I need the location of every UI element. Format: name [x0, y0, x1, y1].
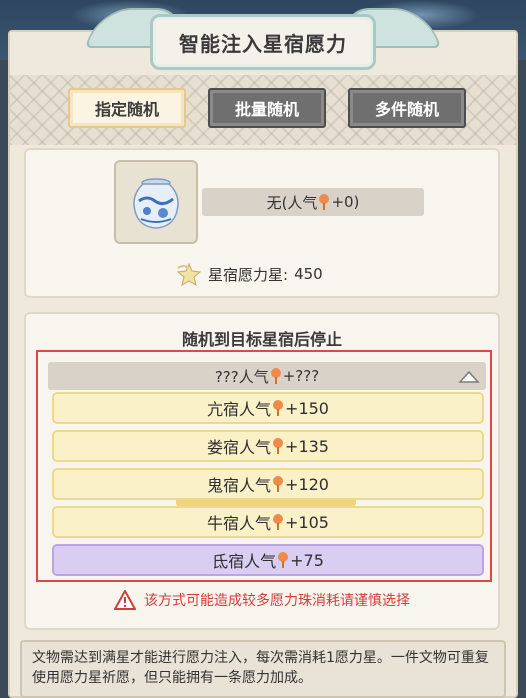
- option-value: +75: [290, 550, 324, 570]
- option-label: 牛宿人气: [207, 514, 272, 533]
- option-kang[interactable]: 亢宿人气 +150: [52, 392, 484, 424]
- option-label: 鬼宿人气: [207, 476, 272, 495]
- warning-icon: [114, 590, 136, 610]
- option-lou[interactable]: 娄宿人气 +135: [52, 430, 484, 462]
- star-power-value: 450: [294, 265, 323, 283]
- option-value: +120: [285, 474, 329, 494]
- popularity-icon: [273, 400, 284, 416]
- popularity-icon: [278, 552, 289, 568]
- tab-multi-item-random[interactable]: 多件随机: [348, 88, 466, 128]
- stop-condition-label: 随机到目标星宿后停止: [181, 330, 342, 349]
- warning-message: 该方式可能造成较多愿力珠消耗请谨慎选择: [24, 588, 500, 612]
- dialog-title: 智能注入星宿愿力: [150, 14, 376, 70]
- option-niu[interactable]: 牛宿人气 +105: [52, 506, 484, 538]
- option-di[interactable]: 氐宿人气 +75: [52, 544, 484, 576]
- tab-batch-random[interactable]: 批量随机: [208, 88, 326, 128]
- option-label: 娄宿人气: [207, 438, 272, 457]
- option-gui[interactable]: 鬼宿人气 +120: [52, 468, 484, 500]
- star-power-label: 星宿愿力星:: [208, 265, 289, 284]
- rules-note: 文物需达到满星才能进行愿力注入，每次需消耗1愿力星。一件文物可重复使用愿力星祈愿…: [20, 640, 506, 698]
- option-value: +135: [285, 436, 329, 456]
- star-power-row: 星宿愿力星: 450: [176, 262, 323, 286]
- popularity-icon: [319, 194, 330, 210]
- popularity-icon: [270, 368, 281, 384]
- option-label: 氐宿人气: [212, 552, 277, 571]
- option-label: 亢宿人气: [207, 400, 272, 419]
- option-value: +105: [285, 512, 329, 532]
- option-value: +150: [285, 398, 329, 418]
- target-dropdown[interactable]: ???人气 +???: [48, 362, 486, 390]
- chevron-up-icon[interactable]: [458, 370, 480, 384]
- warning-text: 该方式可能造成较多愿力珠消耗请谨慎选择: [144, 593, 410, 609]
- tab-designated-random[interactable]: 指定随机: [68, 88, 186, 128]
- popularity-icon: [273, 438, 284, 454]
- star-wish-icon: [176, 262, 202, 286]
- popularity-icon: [273, 476, 284, 492]
- blue-porcelain-jar-icon: [133, 178, 179, 229]
- dropdown-current-prefix: ???人气: [214, 367, 269, 386]
- item-name-prefix: 无(人气: [266, 193, 318, 212]
- item-name-suffix: +0): [331, 193, 360, 211]
- dropdown-current-suffix: +???: [282, 367, 320, 385]
- item-slot[interactable]: [114, 160, 198, 244]
- popularity-icon: [273, 514, 284, 530]
- item-name-bar: 无(人气 +0): [202, 188, 424, 216]
